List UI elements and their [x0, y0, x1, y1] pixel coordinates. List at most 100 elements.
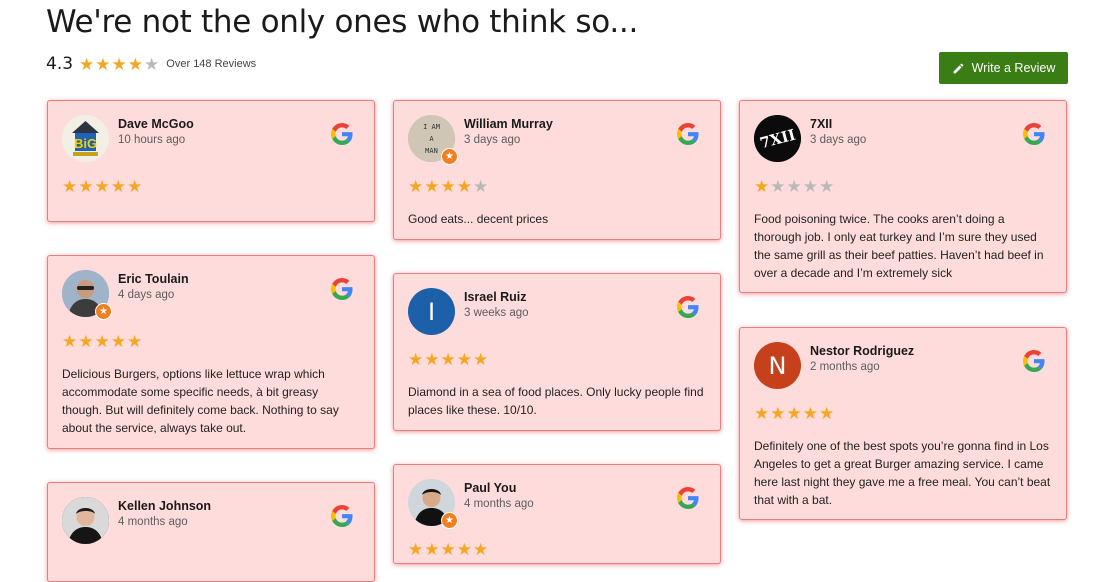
- star-icon: ★: [127, 332, 144, 351]
- star-icon: ★: [456, 177, 473, 196]
- review-stars: ★ ★ ★ ★ ★: [754, 178, 1053, 196]
- review-stars: ★ ★ ★ ★ ★: [408, 351, 707, 369]
- review-card: I Israel Ruiz 3 weeks ago ★ ★ ★ ★ ★ Diamond …: [393, 273, 721, 431]
- google-icon: [1023, 350, 1045, 372]
- review-card: BiG Dave McGoo 10 hours ago ★ ★ ★ ★ ★: [47, 100, 375, 222]
- write-review-label: Write a Review: [971, 61, 1056, 75]
- review-stars: ★ ★ ★ ★ ★: [408, 178, 707, 196]
- star-icon: ★: [802, 404, 819, 423]
- review-time: 4 days ago: [118, 289, 175, 301]
- star-icon: ★: [94, 332, 111, 351]
- review-card: Kellen Johnson 4 months ago: [47, 482, 375, 582]
- reviewer-name: Dave McGoo: [118, 117, 194, 131]
- avatar: I: [408, 288, 455, 335]
- review-text: Diamond in a sea of food places. Only lu…: [408, 385, 704, 417]
- review-stars: ★ ★ ★ ★ ★: [62, 178, 361, 196]
- review-time: 3 days ago: [464, 134, 521, 146]
- star-icon: ★: [802, 177, 819, 196]
- person-photo-icon: [62, 497, 109, 544]
- star-icon: ★: [754, 177, 771, 196]
- star-icon: ★: [456, 350, 473, 369]
- star-icon: ★: [440, 177, 457, 196]
- reviewer-name: Israel Ruiz: [464, 290, 527, 304]
- star-icon: ★: [754, 404, 771, 423]
- star-icon: ★: [110, 177, 127, 196]
- review-time: 4 months ago: [118, 516, 188, 528]
- avatar-letter: N: [768, 351, 787, 380]
- star-icon: ★: [770, 404, 787, 423]
- star-icon: ★: [424, 177, 441, 196]
- review-card: ★ Paul You 4 months ago ★ ★ ★ ★ ★: [393, 464, 721, 564]
- star-icon: ★: [408, 177, 425, 196]
- review-stars: ★ ★ ★ ★ ★: [62, 333, 361, 351]
- review-card: 7XII 7XII 3 days ago ★ ★ ★ ★ ★ Food poisonin…: [739, 100, 1067, 293]
- star-icon: ★: [79, 54, 96, 74]
- star-icon: ★: [770, 177, 787, 196]
- star-icon: ★: [110, 332, 127, 351]
- star-icon: ★: [440, 350, 457, 369]
- 7xii-logo-avatar-icon: 7XII: [754, 115, 801, 162]
- reviewer-name: 7XII: [810, 117, 833, 131]
- rating-score: 4.3: [46, 54, 74, 74]
- star-icon: ★: [127, 54, 145, 74]
- star-icon: ★: [78, 332, 95, 351]
- local-guide-badge-icon: ★: [441, 512, 458, 529]
- avatar: ★: [408, 479, 458, 529]
- star-icon: ★: [473, 177, 490, 196]
- review-text: Good eats... decent prices: [408, 212, 549, 226]
- star-icon: ★: [94, 177, 111, 196]
- star-icon: ★: [440, 540, 457, 559]
- svg-text:I AM: I AM: [423, 123, 440, 131]
- google-icon: [677, 123, 699, 145]
- review-card: N Nestor Rodriguez 2 months ago ★ ★ ★ ★ ★ De…: [739, 327, 1067, 520]
- google-icon: [1023, 123, 1045, 145]
- svg-text:MAN: MAN: [425, 147, 438, 155]
- star-icon: ★: [819, 404, 836, 423]
- review-time: 3 weeks ago: [464, 307, 529, 319]
- star-icon: ★: [424, 350, 441, 369]
- svg-text:BiG: BiG: [74, 136, 97, 151]
- avatar: [62, 497, 109, 544]
- star-icon: ★: [144, 54, 161, 74]
- avatar: I AM A MAN ★: [408, 115, 458, 165]
- review-time: 2 months ago: [810, 361, 880, 373]
- star-icon: ★: [819, 177, 836, 196]
- star-icon: ★: [111, 54, 128, 74]
- reviewer-name: Nestor Rodriguez: [810, 344, 915, 358]
- avatar: BiG: [62, 115, 109, 162]
- star-icon: ★: [408, 540, 425, 559]
- google-icon: [331, 505, 353, 527]
- reviewer-name: Kellen Johnson: [118, 499, 212, 513]
- google-icon: [677, 487, 699, 509]
- star-icon: ★: [62, 332, 79, 351]
- avatar-letter: I: [427, 297, 436, 326]
- review-time: 4 months ago: [464, 498, 534, 510]
- avatar: ★: [62, 270, 112, 320]
- review-time: 3 days ago: [810, 134, 867, 146]
- review-stars: ★ ★ ★ ★ ★: [408, 541, 707, 559]
- google-icon: [331, 278, 353, 300]
- star-icon: ★: [456, 540, 473, 559]
- review-text: Definitely one of the best spots you’re …: [754, 439, 1051, 507]
- reviewer-name: Paul You: [464, 481, 517, 495]
- rating-summary: 4.3 ★ ★ ★ ★ ★ Over 148 Reviews: [46, 53, 256, 75]
- local-guide-badge-icon: ★: [441, 148, 458, 165]
- reviewer-name: Eric Toulain: [118, 272, 189, 286]
- write-review-button[interactable]: Write a Review: [939, 52, 1068, 84]
- google-icon: [677, 296, 699, 318]
- star-icon: ★: [424, 540, 441, 559]
- star-icon: ★: [127, 177, 144, 196]
- review-stars: ★ ★ ★ ★ ★: [754, 405, 1053, 423]
- star-icon: ★: [473, 540, 490, 559]
- star-icon: ★: [786, 177, 803, 196]
- avatar: 7XII: [754, 115, 801, 162]
- review-count: Over 148 Reviews: [166, 58, 257, 70]
- page-title: We're not the only ones who think so...: [46, 4, 639, 40]
- star-icon: ★: [408, 350, 425, 369]
- review-time: 10 hours ago: [118, 134, 186, 146]
- star-icon: ★: [95, 54, 112, 74]
- reviewer-name: William Murray: [464, 117, 553, 131]
- review-text: Food poisoning twice. The cooks aren’t d…: [754, 212, 1044, 280]
- local-guide-badge-icon: ★: [95, 303, 112, 320]
- google-icon: [331, 123, 353, 145]
